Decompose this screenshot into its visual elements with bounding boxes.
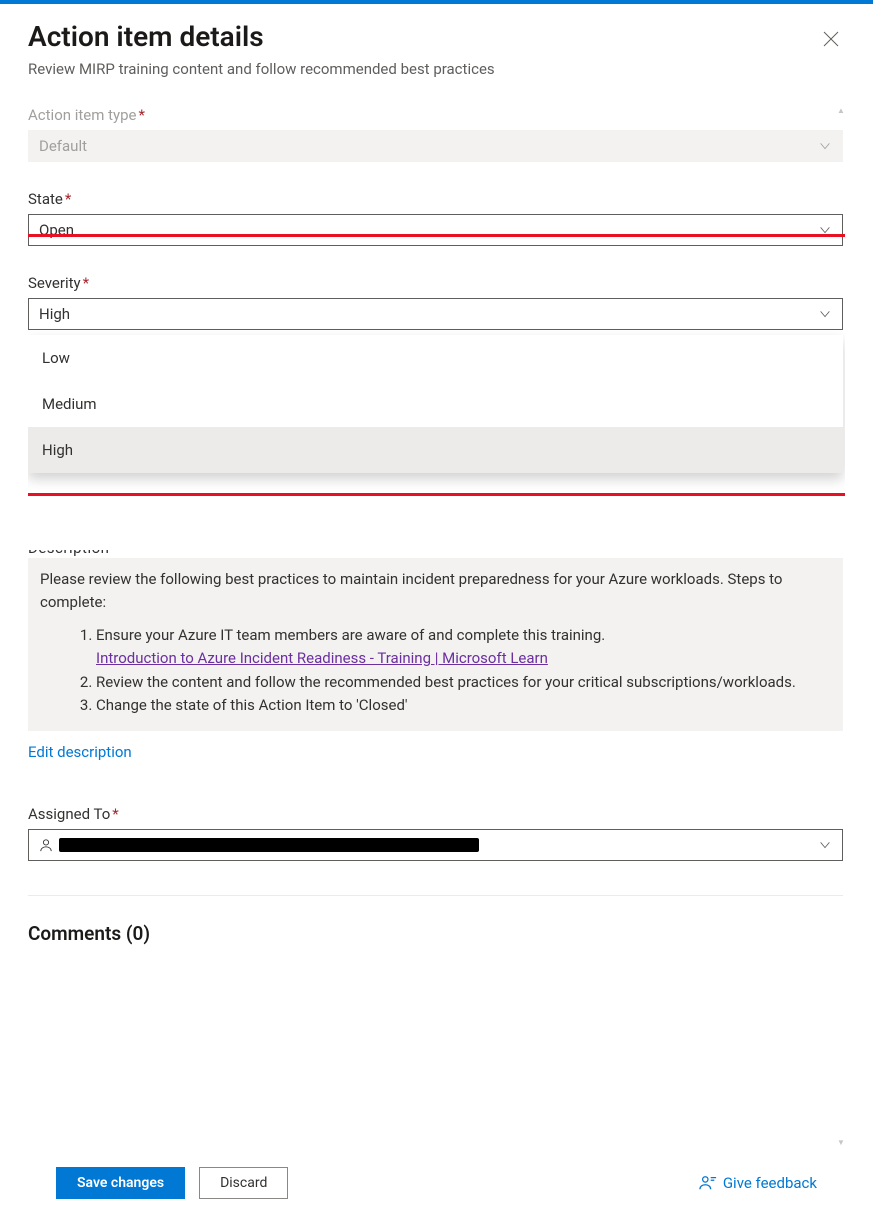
scroll-arrow-down-icon: ▼	[837, 1138, 845, 1147]
section-divider	[28, 895, 843, 896]
required-asterisk: *	[65, 190, 71, 208]
assigned-to-label: Assigned To*	[28, 805, 843, 823]
description-step-3: Change the state of this Action Item to …	[96, 694, 831, 717]
panel: Action item details Review MIRP training…	[0, 4, 873, 1221]
discard-button[interactable]: Discard	[199, 1167, 288, 1199]
action-item-type-select: Default	[28, 130, 843, 162]
field-state: State* Open	[28, 190, 843, 246]
header-texts: Action item details Review MIRP training…	[28, 20, 495, 106]
save-button[interactable]: Save changes	[56, 1167, 185, 1199]
field-assigned-to: Assigned To*	[28, 805, 843, 861]
description-step-1-link[interactable]: Introduction to Azure Incident Readiness…	[96, 649, 548, 667]
close-button[interactable]	[817, 26, 845, 57]
assigned-to-select[interactable]	[28, 829, 843, 861]
required-asterisk: *	[83, 274, 89, 292]
edit-description-link[interactable]: Edit description	[28, 743, 132, 761]
comments-heading: Comments (0)	[28, 922, 843, 945]
chevron-down-icon	[818, 139, 832, 153]
severity-label: Severity*	[28, 274, 843, 292]
severity-select[interactable]: High	[28, 298, 843, 330]
chevron-down-icon	[818, 838, 832, 852]
required-asterisk: *	[139, 106, 145, 124]
comments-area	[28, 945, 843, 985]
panel-header: Action item details Review MIRP training…	[28, 20, 845, 106]
description-box: Please review the following best practic…	[28, 558, 843, 732]
field-action-item-type: Action item type* Default	[28, 106, 843, 162]
assigned-to-redacted-value	[59, 838, 479, 852]
feedback-icon	[699, 1174, 717, 1192]
person-icon	[39, 838, 53, 852]
page-subtitle: Review MIRP training content and follow …	[28, 60, 495, 78]
close-icon	[823, 30, 839, 52]
description-intro: Please review the following best practic…	[40, 568, 831, 615]
page-title: Action item details	[28, 20, 495, 54]
state-value: Open	[39, 221, 74, 239]
description-label-clipped: Description	[28, 550, 843, 556]
assigned-to-inner	[39, 838, 479, 852]
field-severity: Severity* High Low Medium High	[28, 274, 843, 330]
chevron-down-icon	[818, 307, 832, 321]
state-label: State*	[28, 190, 843, 208]
give-feedback-link[interactable]: Give feedback	[699, 1174, 817, 1192]
required-asterisk: *	[112, 805, 118, 823]
severity-dropdown-menu: Low Medium High	[28, 335, 843, 473]
action-item-type-label: Action item type*	[28, 106, 843, 124]
severity-option-high[interactable]: High	[28, 427, 843, 473]
footer-bar: Save changes Discard Give feedback	[28, 1147, 845, 1221]
state-select[interactable]: Open	[28, 214, 843, 246]
severity-option-low[interactable]: Low	[28, 335, 843, 381]
description-steps: Ensure your Azure IT team members are aw…	[96, 624, 831, 717]
scroll-area[interactable]: ▲ Action item type* Default State* Open	[28, 106, 845, 1147]
description-step-2: Review the content and follow the recomm…	[96, 671, 831, 694]
severity-option-medium[interactable]: Medium	[28, 381, 843, 427]
description-step-1: Ensure your Azure IT team members are aw…	[96, 624, 831, 671]
severity-value: High	[39, 305, 70, 323]
chevron-down-icon	[818, 223, 832, 237]
action-item-type-value: Default	[39, 137, 87, 155]
